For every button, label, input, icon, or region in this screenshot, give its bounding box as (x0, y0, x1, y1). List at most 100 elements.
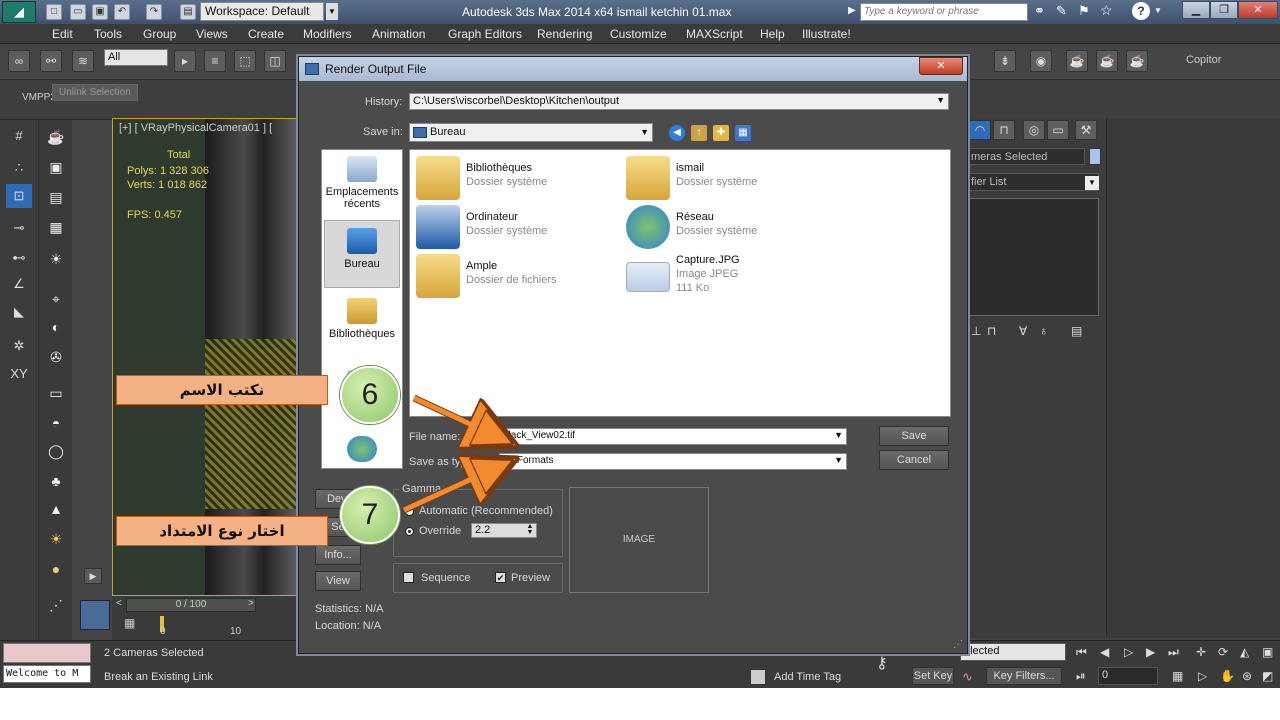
help-icon[interactable]: ? (1132, 2, 1150, 20)
mini-viewport-icon[interactable] (80, 600, 110, 630)
undo-icon[interactable]: ↶ (114, 4, 130, 20)
search-input[interactable]: Type a keyword or phrase (860, 3, 1028, 21)
render-setup-icon[interactable]: ☕ (1066, 50, 1088, 72)
maxscript-listener-mini[interactable] (3, 643, 91, 663)
xy-axis-icon[interactable]: XY (6, 362, 32, 386)
cancel-button[interactable]: Cancel (879, 450, 949, 470)
sphere-icon[interactable]: ◐ (44, 316, 68, 338)
open-file-icon[interactable]: ▭ (70, 4, 86, 20)
tab-modify-icon[interactable]: ◠ (969, 120, 991, 140)
app-logo-icon[interactable]: ◢ (2, 1, 36, 23)
place-libraries[interactable]: Bibliothèques (322, 298, 402, 340)
info-button[interactable]: Info... (315, 545, 361, 565)
modifier-list-arrow-icon[interactable]: ▼ (1085, 176, 1099, 190)
save-as-type-dropdown[interactable]: All Formats ▼ (499, 453, 847, 470)
preview-checkbox[interactable]: ✔ (495, 572, 506, 583)
plane-icon[interactable]: ▭ (44, 382, 68, 404)
select-by-name-icon[interactable]: ≡ (204, 50, 226, 72)
gamma-override-radio[interactable] (405, 527, 414, 536)
image-plane-icon[interactable]: ▣ (44, 156, 68, 178)
dome-icon[interactable]: ◓ (44, 412, 68, 434)
minimize-window-button[interactable]: ▁ (1182, 1, 1210, 19)
project-folder-icon[interactable]: ▤ (180, 4, 196, 20)
timeline-next-arrow-icon[interactable]: > (248, 598, 254, 609)
expand-arrow-icon[interactable]: ▶ (84, 568, 102, 584)
menu-edit[interactable]: Edit (52, 27, 73, 41)
view-button[interactable]: View (315, 571, 361, 591)
spinner-snap-icon[interactable]: ✲ (6, 334, 32, 358)
file-item[interactable]: Capture.JPG Image JPEG 111 Ko (626, 254, 826, 300)
pan-view-icon[interactable]: ✛ (1196, 645, 1206, 659)
key-mode-curve-icon[interactable]: ∿ (962, 669, 973, 685)
gamma-automatic-radio[interactable] (405, 507, 414, 516)
vertex-magnet-icon[interactable]: ∴ (6, 156, 32, 180)
object-color-swatch[interactable] (1089, 148, 1101, 165)
teapot-icon[interactable]: ☕ (44, 126, 68, 148)
tab-display-icon[interactable]: ▭ (1047, 120, 1069, 140)
material-editor-icon[interactable]: ◉ (1030, 50, 1052, 72)
history-dropdown-arrow-icon[interactable]: ▼ (936, 95, 945, 105)
maximize-viewport-icon[interactable]: ▣ (1262, 645, 1273, 659)
select-and-link-icon[interactable]: ∞ (8, 50, 30, 72)
file-item[interactable]: Ordinateur Dossier système (416, 205, 616, 251)
menu-views[interactable]: Views (196, 27, 228, 41)
file-item[interactable]: Bibliothèques Dossier système (416, 156, 616, 202)
tools-icon[interactable]: ✎ (1056, 3, 1067, 19)
unlink-selection-icon[interactable]: ⚯ (40, 50, 62, 72)
save-in-dropdown-arrow-icon[interactable]: ▼ (640, 127, 649, 137)
workspace-dropdown-arrow-icon[interactable]: ▼ (326, 3, 338, 20)
min-max-toggle-icon[interactable]: ◩ (1262, 669, 1273, 683)
edge-snap-icon[interactable]: ⊸ (6, 216, 32, 240)
face-snap-icon[interactable]: ⊷ (6, 246, 32, 270)
history-dropdown[interactable]: C:\Users\viscorbel\Desktop\Kitchen\outpu… (409, 93, 949, 110)
redo-icon[interactable]: ↷ (146, 4, 162, 20)
table-icon[interactable]: ▦ (44, 216, 68, 238)
workspace-dropdown[interactable]: Workspace: Default (200, 2, 324, 21)
key-icon[interactable]: ⚷ (876, 653, 888, 673)
timeline-prev-arrow-icon[interactable]: < (116, 598, 122, 609)
communication-center-icon[interactable]: ⚑ (1078, 3, 1090, 19)
circle-icon[interactable]: ◯ (44, 440, 68, 462)
modifier-list-dropdown[interactable]: fier List (967, 173, 1099, 191)
key-set-dropdown[interactable]: elected (960, 643, 1066, 661)
menu-tools[interactable]: Tools (94, 27, 122, 41)
binoculars-icon[interactable]: ⚭ (1034, 3, 1045, 19)
make-unique-icon[interactable]: ∀ (1019, 324, 1027, 338)
menu-help[interactable]: Help (760, 27, 785, 41)
render-production-icon[interactable]: ☕ (1126, 50, 1148, 72)
new-file-icon[interactable]: □ (46, 4, 62, 20)
orbit-subobject-icon[interactable]: ⊛ (1242, 669, 1252, 683)
window-crossing-icon[interactable]: ◫ (264, 50, 286, 72)
light-bulb-icon[interactable]: ☀ (44, 248, 68, 270)
angle-snap-icon[interactable]: ∠ (6, 272, 32, 296)
dialog-close-button[interactable]: ✕ (919, 57, 963, 75)
modifier-stack[interactable] (967, 198, 1099, 316)
menu-group[interactable]: Group (143, 27, 176, 41)
file-item[interactable]: Ample Dossier de fichiers (416, 254, 616, 300)
track-bar-icon[interactable]: ▦ (124, 616, 135, 630)
add-time-tag-button[interactable]: Add Time Tag (774, 671, 841, 683)
hair-icon[interactable]: ⋰ (44, 594, 68, 616)
time-configuration-icon[interactable]: ▦ (1172, 669, 1183, 683)
favorites-star-icon[interactable]: ☆ (1100, 2, 1113, 19)
key-mode-toggle-icon[interactable]: ⏯ (1076, 669, 1086, 684)
copitor-label[interactable]: Copitor (1186, 54, 1221, 66)
sequence-checkbox[interactable] (403, 572, 414, 583)
tab-utilities-icon[interactable]: ⚒ (1075, 120, 1097, 140)
snap-active-icon[interactable]: ⊡ (6, 184, 32, 208)
current-frame-input[interactable]: 0 (1098, 667, 1158, 685)
menu-illustrate[interactable]: Illustrate! (802, 27, 851, 41)
select-object-icon[interactable]: ▸ (174, 50, 196, 72)
camera-icon[interactable]: ⌖ (44, 288, 68, 310)
remove-modifier-icon[interactable]: ♁ (1039, 324, 1048, 338)
file-name-dropdown-arrow-icon[interactable]: ▼ (834, 430, 843, 440)
new-folder-icon[interactable]: ✚ (713, 125, 729, 141)
tab-motion-icon[interactable]: ◎ (1023, 120, 1045, 140)
key-filters-button[interactable]: Key Filters... (986, 667, 1062, 685)
bind-to-space-warp-icon[interactable]: ≋ (72, 50, 94, 72)
object-name-field[interactable]: meras Selected (967, 148, 1085, 165)
resize-grip-icon[interactable]: ⋰ (953, 639, 963, 650)
menu-animation[interactable]: Animation (372, 27, 425, 41)
save-button[interactable]: Save (879, 426, 949, 446)
help-dropdown-icon[interactable]: ▼ (1154, 6, 1162, 15)
